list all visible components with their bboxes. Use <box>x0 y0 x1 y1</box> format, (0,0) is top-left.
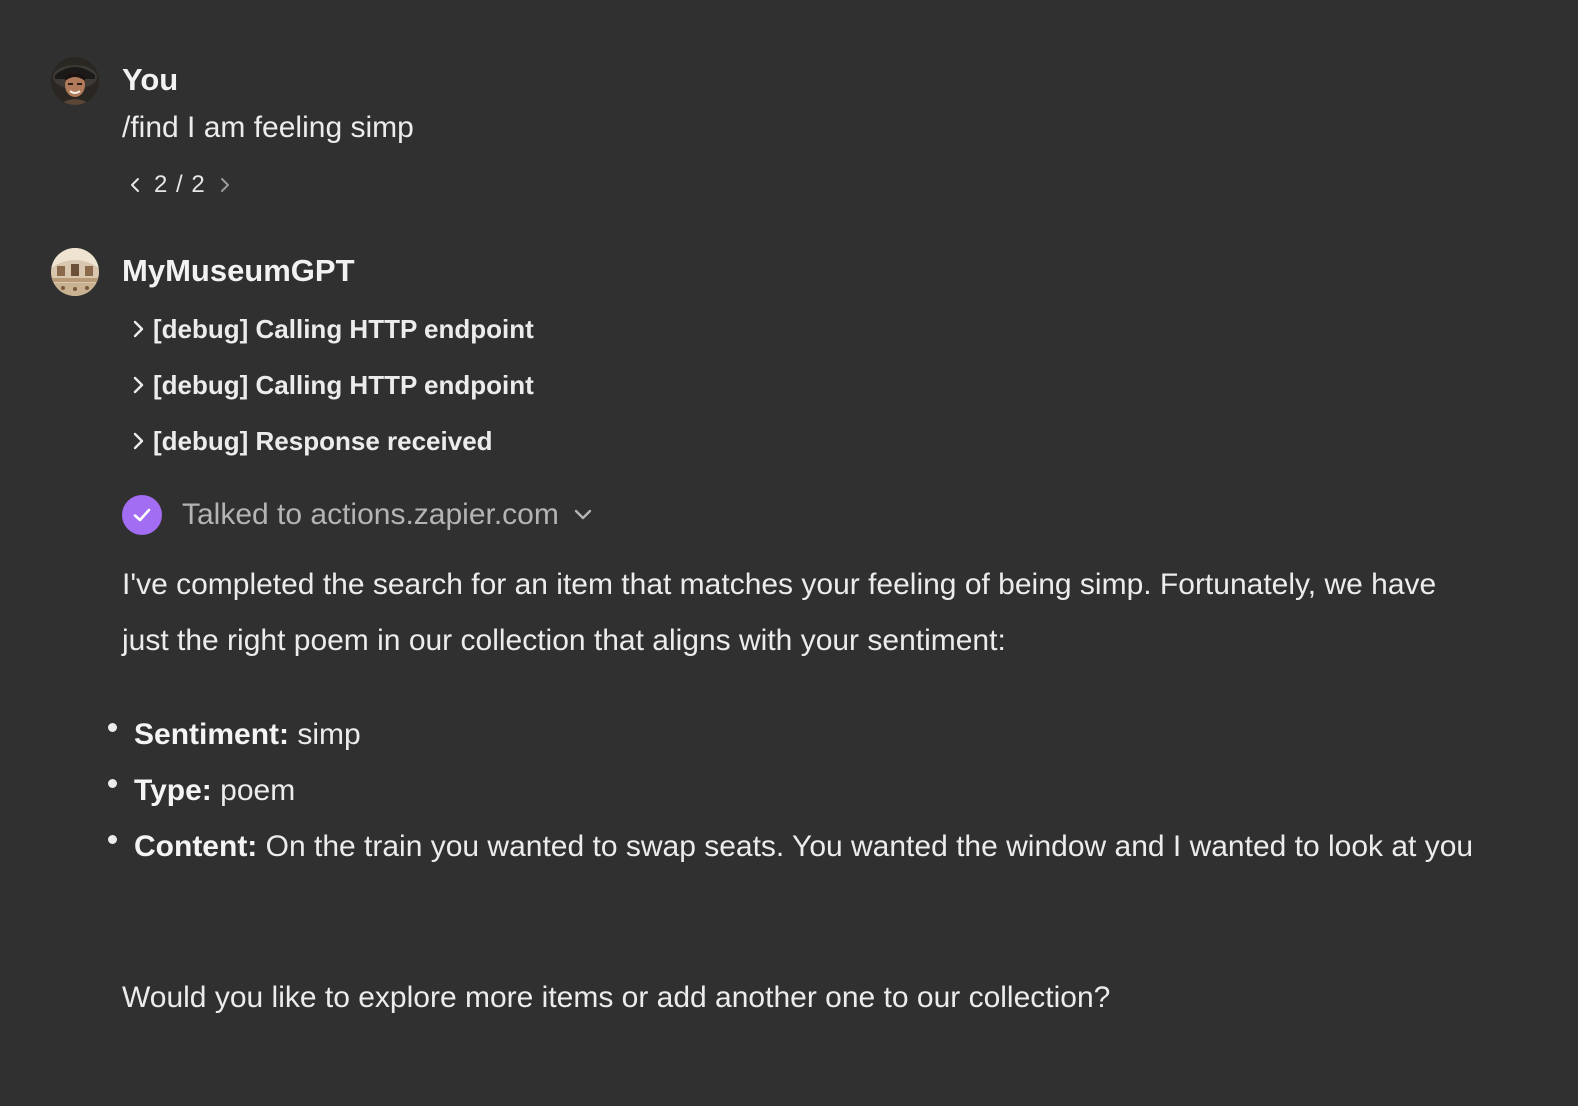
chevron-right-icon <box>127 373 149 397</box>
bullet-icon <box>108 835 117 844</box>
bullet-icon <box>108 779 117 788</box>
debug-item[interactable]: [debug] Calling HTTP endpoint <box>127 368 534 402</box>
user-author-name: You <box>122 62 179 97</box>
list-item: Sentiment: simp <box>108 707 1488 763</box>
debug-item-label: [debug] Calling HTTP endpoint <box>153 313 534 344</box>
action-status-label: Talked to actions.zapier.com <box>182 498 559 531</box>
response-pager: 2 / 2 <box>124 168 236 202</box>
debug-item[interactable]: [debug] Response received <box>127 424 493 458</box>
bullet-icon <box>108 723 117 732</box>
user-avatar <box>51 57 99 105</box>
list-item-key: Sentiment: <box>134 718 290 751</box>
debug-item[interactable]: [debug] Calling HTTP endpoint <box>127 312 534 346</box>
chevron-left-icon <box>131 178 139 192</box>
debug-item-label: [debug] Response received <box>153 425 493 456</box>
result-list: Sentiment: simp Type: poem Content: On t… <box>108 707 1488 875</box>
list-item: Content: On the train you wanted to swap… <box>108 819 1488 875</box>
assistant-author-name: MyMuseumGPT <box>122 253 355 288</box>
assistant-outro-text: Would you like to explore more items or … <box>122 981 1111 1014</box>
chevron-right-icon <box>127 317 149 341</box>
previous-version-button[interactable] <box>124 174 146 196</box>
list-item-value: poem <box>220 774 296 807</box>
assistant-intro-text: I've completed the search for an item th… <box>122 568 1437 657</box>
user-message-text: /find I am feeling simp <box>122 111 414 144</box>
chevron-right-icon <box>127 429 149 453</box>
debug-item-label: [debug] Calling HTTP endpoint <box>153 369 534 400</box>
chevron-right-icon <box>220 178 229 192</box>
next-version-button[interactable] <box>214 174 236 196</box>
list-item-key: Content: <box>134 830 258 863</box>
list-item-value: On the train you wanted to swap seats. Y… <box>265 830 1474 863</box>
list-item-key: Type: <box>134 774 212 807</box>
list-item: Type: poem <box>108 763 1488 819</box>
list-item-value: simp <box>297 718 361 751</box>
pager-count: 2 / 2 <box>154 171 206 198</box>
action-status-toggle[interactable]: Talked to actions.zapier.com <box>122 495 593 535</box>
check-circle-icon <box>122 495 162 535</box>
chevron-down-icon <box>573 508 593 522</box>
assistant-avatar <box>51 248 99 296</box>
